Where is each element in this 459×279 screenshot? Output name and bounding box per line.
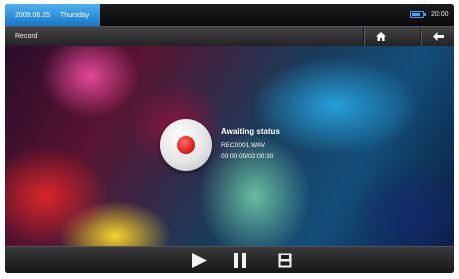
date-box: 2009.06.25 Thursday [5, 4, 100, 26]
pause-icon [234, 253, 246, 268]
home-button[interactable] [363, 27, 398, 46]
title-bar: Record [5, 26, 454, 46]
record-icon [177, 136, 195, 154]
clock: 20:00 [431, 11, 449, 18]
recording-status: Awaiting status [221, 127, 280, 136]
device-screen: 2009.06.25 Thursday 20:00 Record Awaitin… [5, 4, 454, 273]
date-text: 2009.06.25 [15, 11, 51, 19]
battery-icon [410, 11, 426, 18]
recording-time: 00:00:00/02:00:30 [221, 153, 274, 160]
play-icon [192, 253, 207, 268]
record-info: Awaiting status REC0001.WAV 00:00:00/02:… [221, 126, 280, 162]
file-name: REC0001.WAV [221, 142, 266, 149]
weekday-text: Thursday [60, 11, 90, 19]
pause-button[interactable] [230, 252, 250, 269]
home-icon [376, 32, 386, 41]
play-button[interactable] [189, 252, 209, 269]
wallpaper: Awaiting status REC0001.WAV 00:00:00/02:… [5, 46, 454, 246]
save-icon [278, 253, 292, 268]
control-bar [5, 246, 454, 273]
record-button[interactable] [160, 119, 212, 171]
page-title: Record [15, 33, 38, 40]
status-bar: 2009.06.25 Thursday 20:00 [5, 4, 454, 26]
save-button[interactable] [275, 252, 295, 269]
back-button[interactable] [420, 27, 454, 46]
back-arrow-icon [432, 32, 444, 41]
